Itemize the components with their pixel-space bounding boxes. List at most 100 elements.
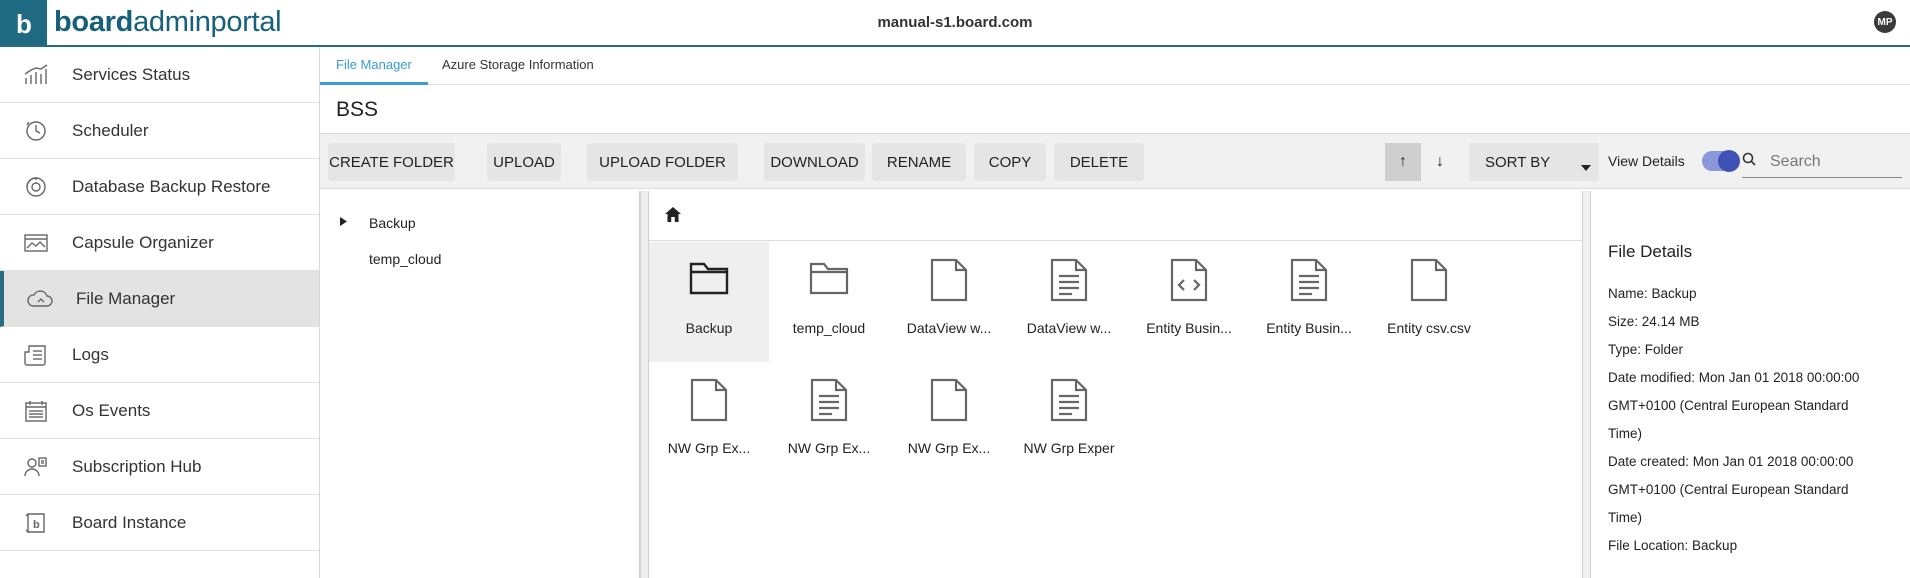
file-name: Backup <box>685 320 733 336</box>
sidebar-item-label: Services Status <box>72 64 191 84</box>
capsule-organizer-icon <box>0 232 72 254</box>
scheduler-icon <box>0 119 72 143</box>
text-file-icon <box>1009 378 1129 422</box>
pane-splitter[interactable] <box>1582 191 1591 578</box>
sidebar-item-subscription-hub[interactable]: Subscription Hub <box>0 439 319 495</box>
sidebar-item-label: Capsule Organizer <box>72 232 214 252</box>
sidebar-item-label: Subscription Hub <box>72 456 202 476</box>
search-input[interactable] <box>1770 152 1890 171</box>
delete-button[interactable]: DELETE <box>1054 143 1144 181</box>
tab-azure-storage-information[interactable]: Azure Storage Information <box>426 47 610 85</box>
rename-button[interactable]: RENAME <box>872 143 966 181</box>
sidebar-item-scheduler[interactable]: Scheduler <box>0 103 319 159</box>
upload-button[interactable]: UPLOAD <box>487 143 561 181</box>
sidebar-item-os-events[interactable]: Os Events <box>0 383 319 439</box>
sort-by-label: SORT BY <box>1485 153 1551 171</box>
file-name: DataView w... <box>906 320 992 336</box>
sidebar-item-services-status[interactable]: Services Status <box>0 47 319 103</box>
file-name: NW Grp Exper <box>1023 440 1115 456</box>
code-file-icon <box>1129 258 1249 302</box>
create-folder-button[interactable]: CREATE FOLDER <box>328 143 455 181</box>
copy-button[interactable]: COPY <box>974 143 1046 181</box>
sidebar-item-file-manager[interactable]: File Manager <box>0 271 319 327</box>
sidebar-item-label: Scheduler <box>72 120 149 140</box>
sidebar-item-database-backup-restore[interactable]: Database Backup Restore <box>0 159 319 215</box>
home-icon[interactable] <box>665 207 681 227</box>
sidebar-item-capsule-organizer[interactable]: Capsule Organizer <box>0 215 319 271</box>
tree-item-backup[interactable]: Backup <box>369 215 416 231</box>
tab-file-manager[interactable]: File Manager <box>320 47 428 85</box>
file-name: NW Grp Ex... <box>787 440 871 456</box>
file-name: temp_cloud <box>792 320 866 336</box>
sidebar-item-label: File Manager <box>76 288 176 308</box>
view-details-label: View Details <box>1608 153 1685 169</box>
folder-icon <box>769 258 889 296</box>
sort-ascending-button[interactable]: ↑ <box>1385 143 1421 181</box>
details-file-location: File Location: Backup <box>1608 538 1738 553</box>
file-item[interactable]: Entity Busin... <box>1129 242 1249 362</box>
os-events-icon <box>0 399 72 423</box>
file-item-folder[interactable]: temp_cloud <box>769 242 889 362</box>
file-manager-cloud-icon <box>4 288 76 310</box>
file-details-panel: File Details Name: Backup Size: 24.14 MB… <box>1591 191 1910 578</box>
board-logo-icon[interactable]: b <box>0 0 47 45</box>
sort-descending-button[interactable]: ↓ <box>1422 143 1458 181</box>
file-item[interactable]: NW Grp Exper <box>1009 362 1129 482</box>
file-name: NW Grp Ex... <box>907 440 991 456</box>
file-item[interactable]: NW Grp Ex... <box>889 362 1009 482</box>
details-date-modified-cont: GMT+0100 (Central European Standard <box>1608 398 1849 413</box>
subscription-hub-icon <box>0 455 72 479</box>
sidebar-item-board-instance[interactable]: b Board Instance <box>0 495 319 551</box>
tree-item-temp-cloud[interactable]: temp_cloud <box>369 251 441 267</box>
file-name: NW Grp Ex... <box>667 440 751 456</box>
file-item[interactable]: DataView w... <box>1009 242 1129 362</box>
file-name: DataView w... <box>1026 320 1112 336</box>
blank-file-icon <box>889 258 1009 302</box>
brand-name: boardadminportal <box>54 6 282 38</box>
pane-splitter[interactable] <box>640 191 649 578</box>
sidebar-item-logs[interactable]: Logs <box>0 327 319 383</box>
sidebar: Services Status Scheduler Database Backu… <box>0 47 320 578</box>
details-date-created-cont: Time) <box>1608 510 1642 525</box>
download-button[interactable]: DOWNLOAD <box>764 143 865 181</box>
page-title: BSS <box>336 98 379 121</box>
arrow-down-icon: ↓ <box>1436 153 1444 170</box>
file-grid: Backup temp_cloud DataView w... DataView… <box>649 242 1582 578</box>
details-body: Name: Backup Size: 24.14 MB Type: Folder… <box>1608 280 1898 560</box>
blank-file-icon <box>1369 258 1489 302</box>
folder-icon <box>649 258 769 296</box>
svg-text:b: b <box>33 519 40 531</box>
toggle-knob <box>1718 150 1740 172</box>
caret-down-icon <box>1581 158 1591 175</box>
logs-icon <box>0 343 72 367</box>
database-backup-icon <box>0 175 72 199</box>
file-item[interactable]: NW Grp Ex... <box>769 362 889 482</box>
view-details-toggle[interactable] <box>1702 150 1740 172</box>
host-label: manual-s1.board.com <box>877 14 1033 31</box>
sidebar-item-label: Database Backup Restore <box>72 176 271 196</box>
sidebar-item-label: Logs <box>72 344 109 364</box>
details-name: Name: Backup <box>1608 286 1697 301</box>
search-icon <box>1742 152 1756 171</box>
expand-caret-icon[interactable] <box>340 217 347 229</box>
file-name: Entity Busin... <box>1266 320 1352 336</box>
upload-folder-button[interactable]: UPLOAD FOLDER <box>587 143 738 181</box>
details-size: Size: 24.14 MB <box>1608 314 1700 329</box>
blank-file-icon <box>889 378 1009 422</box>
details-date-created-cont: GMT+0100 (Central European Standard <box>1608 482 1849 497</box>
file-item-folder[interactable]: Backup <box>649 242 769 362</box>
avatar[interactable]: MP <box>1874 11 1896 33</box>
sort-by-dropdown[interactable]: SORT BY <box>1469 143 1599 181</box>
text-file-icon <box>769 378 889 422</box>
breadcrumb <box>649 191 1582 241</box>
details-title: File Details <box>1608 242 1693 261</box>
search-box[interactable] <box>1742 146 1902 178</box>
file-item[interactable]: Entity Busin... <box>1249 242 1369 362</box>
file-item[interactable]: Entity csv.csv <box>1369 242 1489 362</box>
file-name: Entity Busin... <box>1146 320 1232 336</box>
file-item[interactable]: DataView w... <box>889 242 1009 362</box>
file-item[interactable]: NW Grp Ex... <box>649 362 769 482</box>
board-instance-icon: b <box>0 511 72 535</box>
tab-bar: File Manager Azure Storage Information <box>320 47 1910 85</box>
details-date-created: Date created: Mon Jan 01 2018 00:00:00 <box>1608 454 1854 469</box>
